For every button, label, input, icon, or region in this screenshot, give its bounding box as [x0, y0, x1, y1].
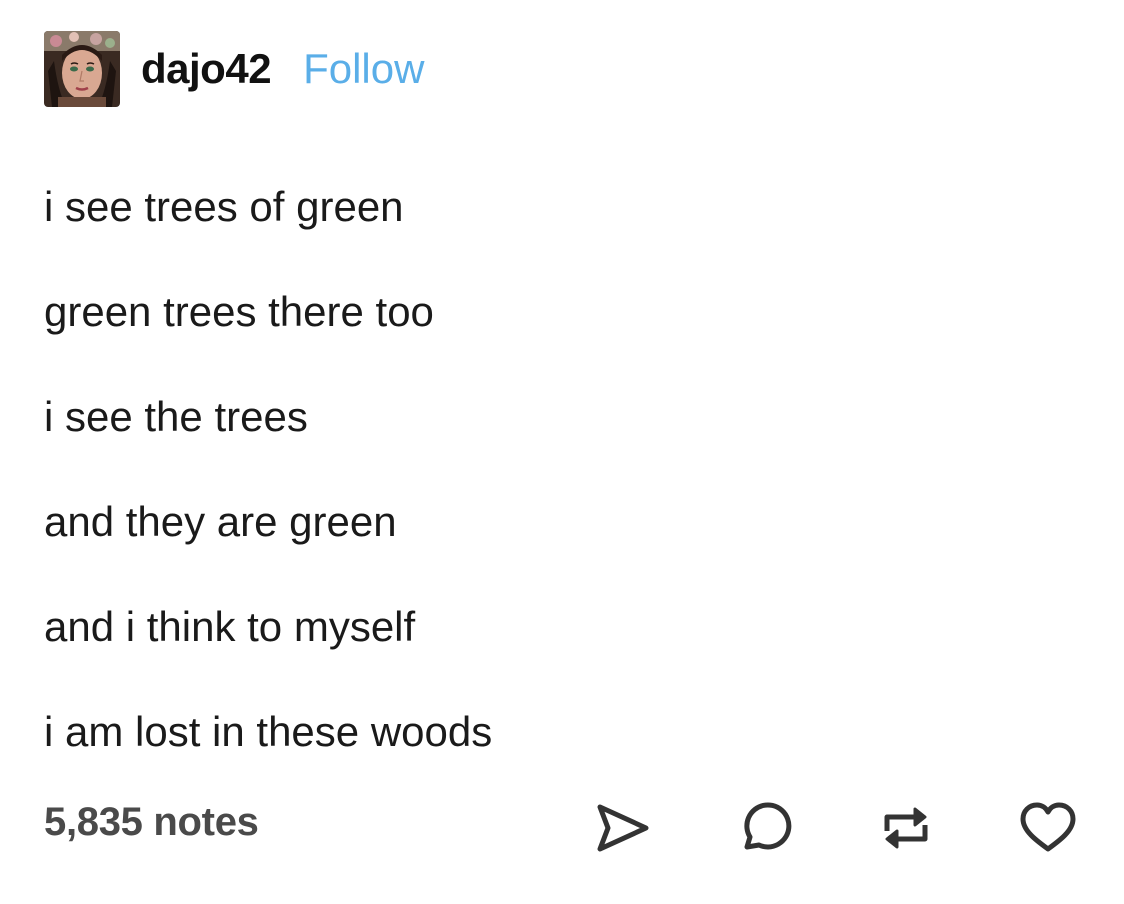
post-line: green trees there too	[44, 288, 434, 335]
reply-icon	[744, 802, 792, 850]
post-line: and i think to myself	[44, 603, 416, 650]
like-button[interactable]	[1017, 797, 1079, 859]
post-line: i see the trees	[44, 393, 308, 440]
post-line: and they are green	[44, 498, 397, 545]
username-link[interactable]: dajo42	[141, 45, 272, 93]
post-header: dajo42 Follow	[44, 31, 424, 107]
reblog-button[interactable]	[875, 797, 937, 859]
post-text: i see trees of green green trees there t…	[44, 154, 1084, 784]
user-avatar-icon	[44, 31, 120, 107]
reply-button[interactable]	[733, 797, 795, 859]
heart-icon	[1020, 802, 1076, 852]
avatar[interactable]	[44, 31, 120, 107]
post-footer: 5,835 notes	[44, 790, 1084, 866]
post-line: i am lost in these woods	[44, 708, 493, 755]
share-icon	[597, 804, 649, 852]
notes-count[interactable]: 5,835 notes	[44, 800, 259, 845]
follow-button[interactable]: Follow	[303, 45, 424, 93]
post-line: i see trees of green	[44, 183, 404, 230]
share-button[interactable]	[592, 797, 654, 859]
reblog-icon	[884, 807, 928, 849]
